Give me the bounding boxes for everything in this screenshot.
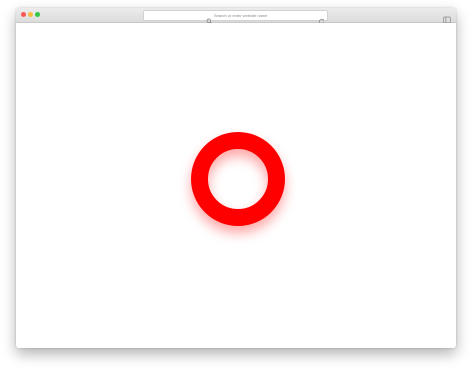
loading-ring: [191, 132, 285, 226]
browser-window: Search or enter website name: [16, 8, 456, 348]
maximize-window-button[interactable]: [35, 12, 40, 17]
sidebar-icon[interactable]: [443, 11, 451, 24]
page-content: [16, 23, 456, 348]
reload-icon[interactable]: [318, 12, 325, 25]
title-bar: Search or enter website name: [16, 8, 456, 25]
search-icon: [206, 12, 213, 25]
address-bar[interactable]: Search or enter website name: [143, 10, 328, 25]
minimize-window-button[interactable]: [28, 12, 33, 17]
close-window-button[interactable]: [21, 12, 26, 17]
address-placeholder: Search or enter website name: [214, 13, 268, 18]
